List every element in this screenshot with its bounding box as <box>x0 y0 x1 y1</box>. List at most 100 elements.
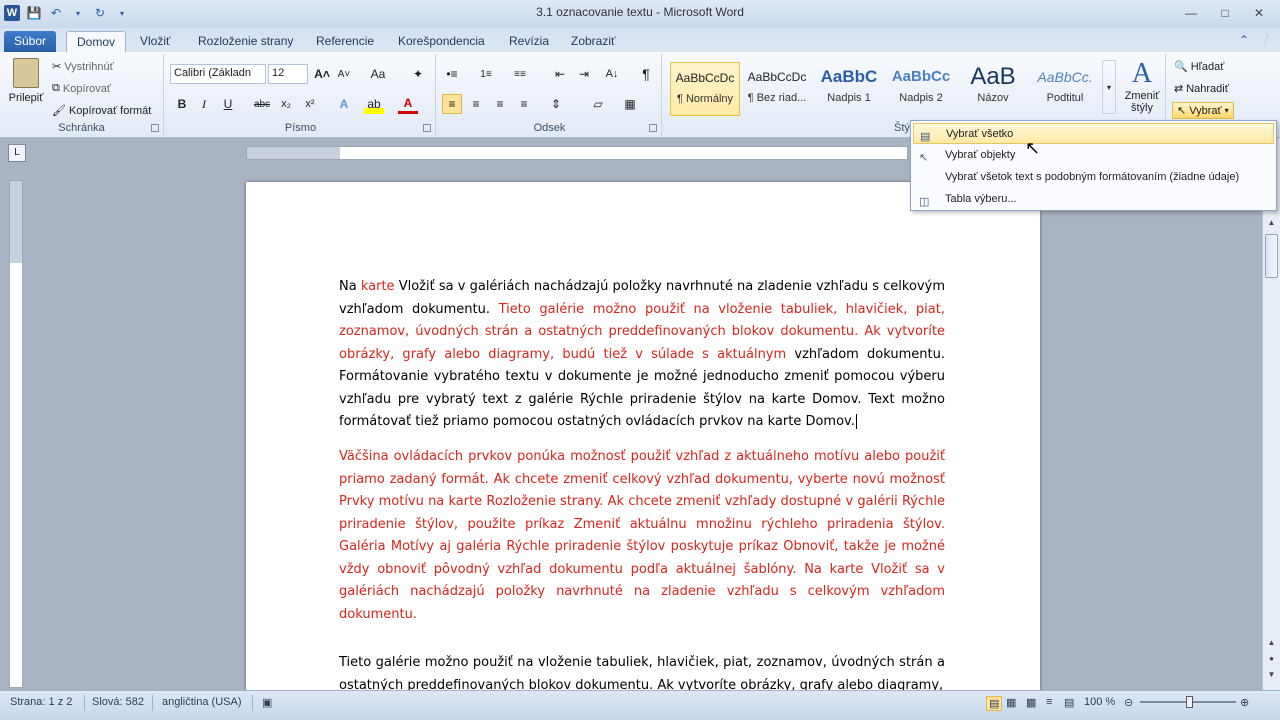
document-page[interactable]: Na karte Vložiť sa v galériách nachádzaj… <box>246 182 1040 702</box>
copy-button[interactable]: ⧉ Kopírovať <box>52 82 111 95</box>
change-styles-icon: A <box>1131 58 1153 89</box>
word-count[interactable]: Slová: 582 <box>92 696 144 708</box>
zoom-out-icon[interactable]: ⊝ <box>1124 696 1133 709</box>
change-case-icon[interactable]: Aa <box>368 64 388 84</box>
chevron-down-icon: ▾ <box>1224 106 1229 115</box>
format-painter-button[interactable]: 🖌 Kopírovať formát <box>52 104 151 118</box>
highlight-icon[interactable]: ab <box>364 94 384 114</box>
styles-gallery-scroll-icon[interactable]: ▾ <box>1102 60 1116 114</box>
align-left-icon[interactable]: ≡ <box>442 94 462 114</box>
style-no-spacing[interactable]: AaBbCcDc ¶ Bez riad... <box>742 62 812 116</box>
language[interactable]: angličtina (USA) <box>162 696 241 708</box>
select-button[interactable]: ↖ Vybrať ▾ <box>1172 102 1234 119</box>
menu-item-select-all[interactable]: ▤ Vybrať všetko <box>913 123 1274 144</box>
next-page-icon[interactable]: ▼ <box>1265 670 1278 684</box>
tab-file[interactable]: Súbor <box>4 31 56 52</box>
close-icon[interactable]: ✕ <box>1244 4 1274 22</box>
justify-icon[interactable]: ≡ <box>514 94 534 114</box>
vertical-ruler[interactable] <box>9 180 23 688</box>
previous-page-icon[interactable]: ▲ <box>1265 638 1278 652</box>
line-spacing-icon[interactable]: ⇕ <box>546 94 566 114</box>
menu-item-label: Tabla výberu... <box>945 193 1017 205</box>
font-size-combo[interactable]: 12 <box>268 64 308 84</box>
menu-item-selection-pane[interactable]: ◫ Tabla výberu... <box>913 189 1274 210</box>
superscript-icon[interactable]: x² <box>300 94 320 114</box>
paragraph-1[interactable]: Na karte Vložiť sa v galériách nachádzaj… <box>339 276 945 434</box>
tab-selector[interactable]: L <box>8 144 26 162</box>
paragraph-dialog-launcher[interactable] <box>649 124 657 132</box>
grow-font-icon[interactable]: A˄ <box>312 64 332 84</box>
increase-indent-icon[interactable]: ⇥ <box>574 64 594 84</box>
font-dialog-launcher[interactable] <box>423 124 431 132</box>
minimize-icon[interactable]: — <box>1176 4 1206 22</box>
cut-button[interactable]: ✂ Vystrihnúť <box>52 60 114 74</box>
paste-button[interactable]: Prilepiť <box>4 58 48 116</box>
web-layout-icon[interactable]: ▩ <box>1026 696 1036 709</box>
numbering-icon[interactable]: 1≡ <box>476 64 496 84</box>
tab-page-layout[interactable]: Rozloženie strany <box>188 31 303 52</box>
font-color-icon[interactable]: A <box>398 94 418 114</box>
underline-icon[interactable]: U <box>218 94 238 114</box>
tab-mailings[interactable]: Korešpondencia <box>388 31 495 52</box>
menu-item-select-similar[interactable]: Vybrať všetok text s podobným formátovan… <box>913 167 1274 188</box>
tab-home[interactable]: Domov <box>66 31 127 52</box>
horizontal-ruler[interactable] <box>246 146 908 160</box>
window-title: 3.1 oznacovanie textu - Microsoft Word <box>536 5 744 19</box>
style-heading-2[interactable]: AaBbCc Nadpis 2 <box>886 62 956 116</box>
font-name-combo[interactable]: Calibri (Základn <box>170 64 266 84</box>
tab-review[interactable]: Revízia <box>499 31 559 52</box>
help-icon[interactable]: ❔ <box>1257 33 1272 47</box>
vertical-scrollbar[interactable]: ▲ ▲ ● ▼ <box>1262 138 1280 690</box>
zoom-level[interactable]: 100 % <box>1084 696 1115 708</box>
align-center-icon[interactable]: ≡ <box>466 94 486 114</box>
subscript-icon[interactable]: x₂ <box>276 94 296 114</box>
print-layout-view-icon[interactable]: ▤ <box>986 696 1003 711</box>
tab-references[interactable]: Referencie <box>306 31 384 52</box>
minimize-ribbon-icon[interactable]: ⌃ <box>1239 33 1249 47</box>
style-title[interactable]: AaB Názov <box>958 62 1028 116</box>
sort-icon[interactable]: A↓ <box>602 64 622 84</box>
clear-formatting-icon[interactable]: ✦ <box>408 64 428 84</box>
style-name: ¶ Bez riad... <box>747 92 807 104</box>
shrink-font-icon[interactable]: A˅ <box>334 64 354 84</box>
show-marks-icon[interactable]: ¶ <box>636 64 656 84</box>
bold-icon[interactable]: B <box>172 94 192 114</box>
menu-item-label: Vybrať objekty <box>945 149 1016 161</box>
italic-icon[interactable]: I <box>194 94 214 114</box>
macro-record-icon[interactable]: ▣ <box>262 696 272 709</box>
tab-insert[interactable]: Vložiť <box>130 31 181 52</box>
paragraph-2[interactable]: Väčšina ovládacích prvkov ponúka možnosť… <box>339 446 945 626</box>
full-screen-reading-icon[interactable]: ▦ <box>1006 696 1016 709</box>
menu-item-select-objects[interactable]: ↖ Vybrať objekty <box>913 145 1274 166</box>
text-run: Na <box>339 279 361 294</box>
decrease-indent-icon[interactable]: ⇤ <box>550 64 570 84</box>
tab-view[interactable]: Zobraziť <box>561 31 626 52</box>
scroll-thumb[interactable] <box>1265 234 1278 278</box>
find-button[interactable]: 🔍 Hľadať <box>1174 60 1224 74</box>
outline-view-icon[interactable]: ≡ <box>1046 696 1052 708</box>
bullets-icon[interactable]: •≡ <box>442 64 462 84</box>
maximize-icon[interactable]: □ <box>1210 4 1240 22</box>
borders-icon[interactable]: ▦ <box>620 94 640 114</box>
style-heading-1[interactable]: AaBbC Nadpis 1 <box>814 62 884 116</box>
draft-view-icon[interactable]: ▤ <box>1064 696 1074 709</box>
style-normal[interactable]: AaBbCcDc ¶ Normálny <box>670 62 740 116</box>
clipboard-group-label: Schránka <box>58 122 105 134</box>
zoom-in-icon[interactable]: ⊕ <box>1240 696 1249 709</box>
align-right-icon[interactable]: ≡ <box>490 94 510 114</box>
shading-icon[interactable]: ▱ <box>588 94 608 114</box>
page-count[interactable]: Strana: 1 z 2 <box>10 696 72 708</box>
scroll-up-icon[interactable]: ▲ <box>1265 218 1278 232</box>
browse-object-icon[interactable]: ● <box>1265 654 1278 668</box>
style-subtitle[interactable]: AaBbCc. Podtitul <box>1030 62 1100 116</box>
copy-icon: ⧉ <box>52 82 60 94</box>
clipboard-dialog-launcher[interactable] <box>151 124 159 132</box>
change-styles-button[interactable]: A Zmeniť štýly <box>1120 58 1164 114</box>
zoom-slider-thumb[interactable] <box>1186 696 1193 708</box>
multilevel-list-icon[interactable]: ≡≡ <box>510 64 530 84</box>
binoculars-icon: 🔍 <box>1174 61 1188 73</box>
select-all-icon: ▤ <box>920 131 931 143</box>
strikethrough-icon[interactable]: abc <box>252 94 272 114</box>
text-effects-icon[interactable]: A <box>334 94 354 114</box>
replace-button[interactable]: ⇄ Nahradiť <box>1174 82 1229 96</box>
